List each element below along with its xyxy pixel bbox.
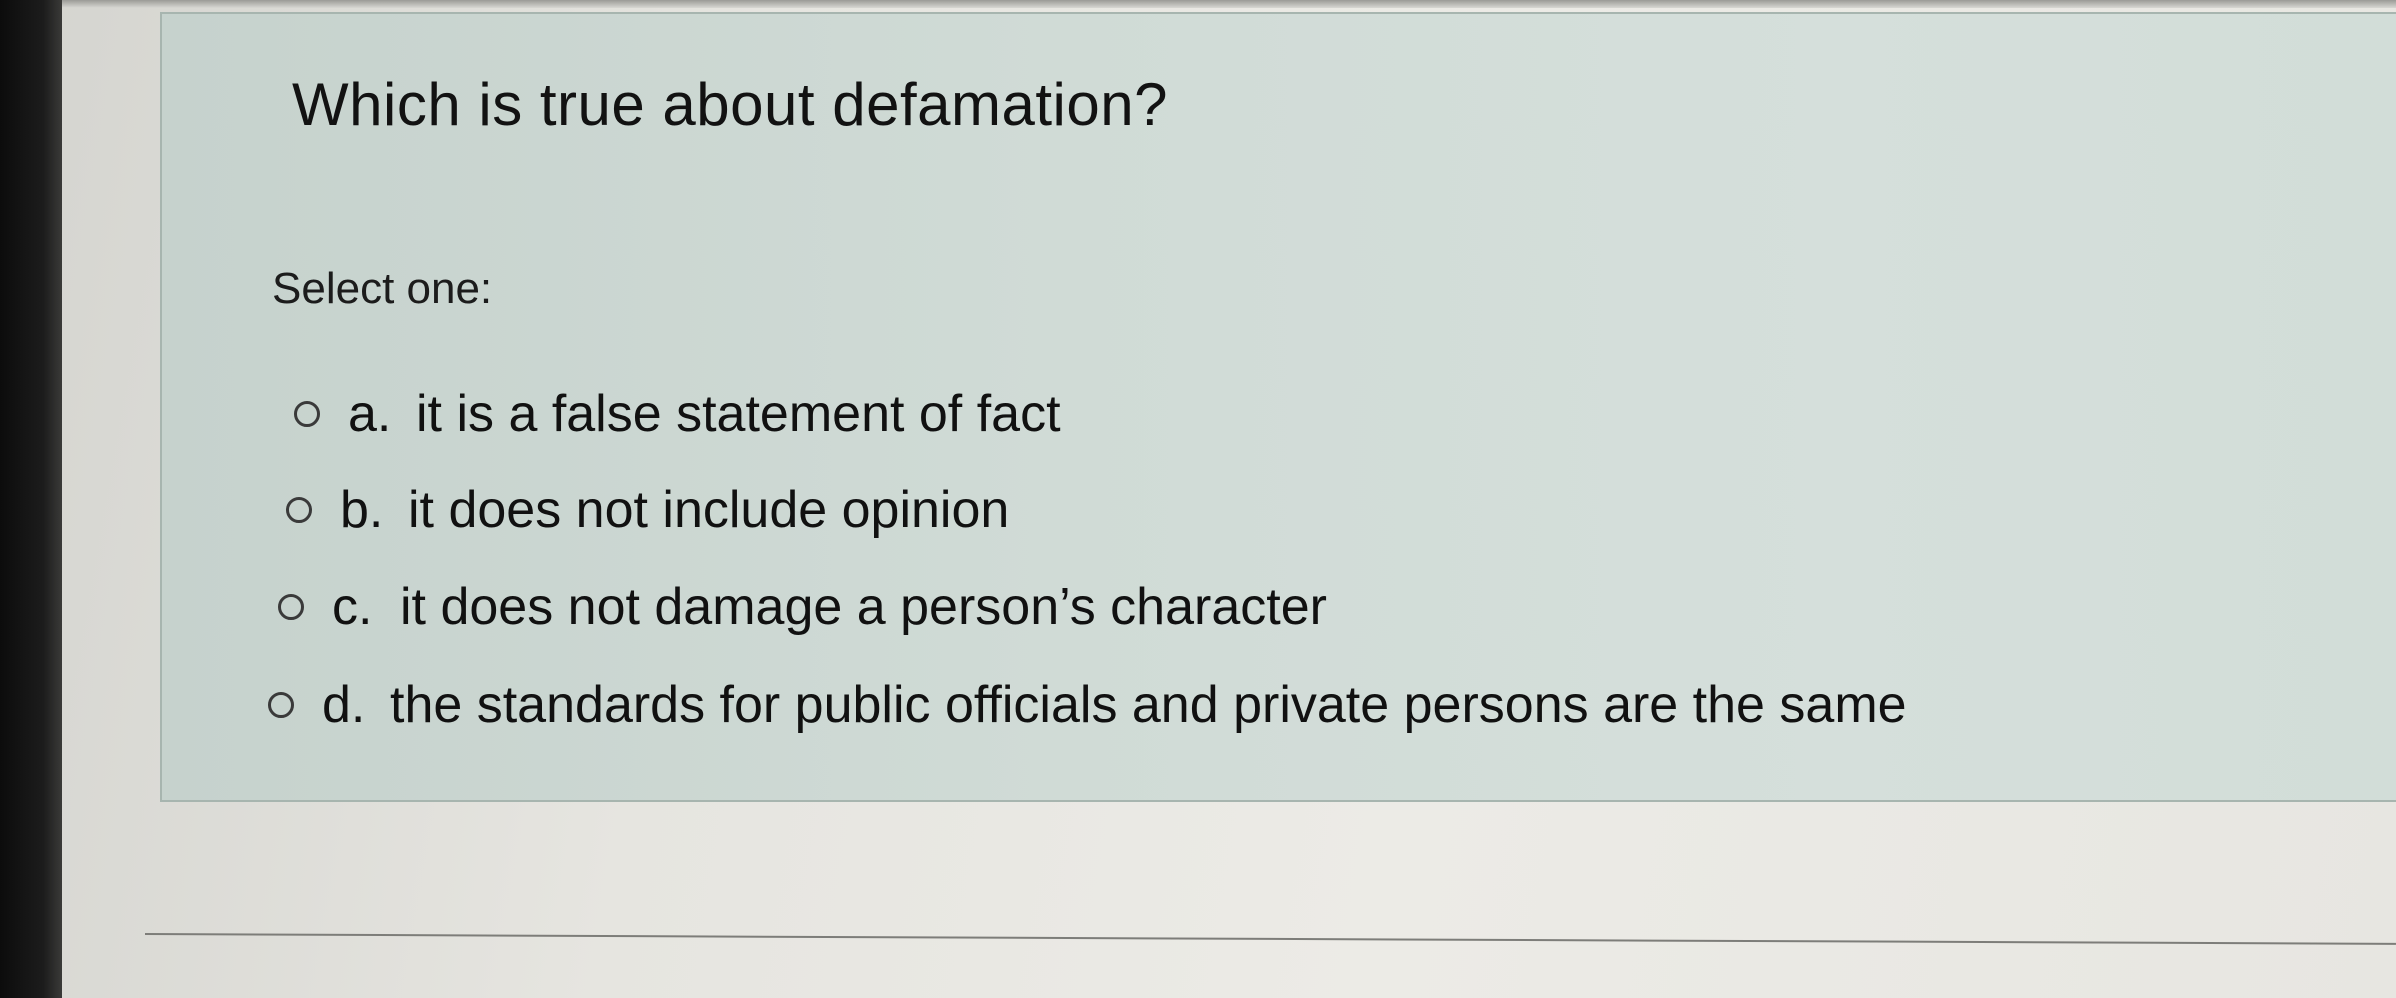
option-text-c: it does not damage a person’s character bbox=[400, 578, 1327, 636]
option-c[interactable]: c. it does not damage a person’s charact… bbox=[278, 577, 1327, 637]
option-a[interactable]: a. it is a false statement of fact bbox=[294, 384, 1061, 444]
option-text-a: it is a false statement of fact bbox=[416, 385, 1061, 443]
option-letter-b: b. bbox=[340, 481, 384, 539]
question-text: Which is true about defamation? bbox=[292, 71, 1168, 138]
option-letter-c: c. bbox=[332, 578, 373, 636]
radio-button-b[interactable] bbox=[286, 497, 312, 523]
question-card: Which is true about defamation? Select o… bbox=[160, 12, 2396, 802]
radio-button-d[interactable] bbox=[268, 692, 294, 718]
select-one-prompt: Select one: bbox=[272, 264, 493, 313]
radio-button-c[interactable] bbox=[278, 594, 304, 620]
option-letter-d: d. bbox=[322, 676, 366, 734]
option-text-b: it does not include opinion bbox=[408, 481, 1010, 539]
option-text-d: the standards for public officials and p… bbox=[390, 676, 1907, 734]
screen-edge-top bbox=[0, 0, 2396, 8]
option-d[interactable]: d. the standards for public officials an… bbox=[268, 675, 1907, 735]
radio-button-a[interactable] bbox=[294, 401, 320, 427]
section-divider bbox=[144, 933, 2396, 945]
option-b[interactable]: b. it does not include opinion bbox=[286, 480, 1009, 540]
monitor-bezel bbox=[0, 0, 62, 998]
option-letter-a: a. bbox=[348, 385, 392, 443]
